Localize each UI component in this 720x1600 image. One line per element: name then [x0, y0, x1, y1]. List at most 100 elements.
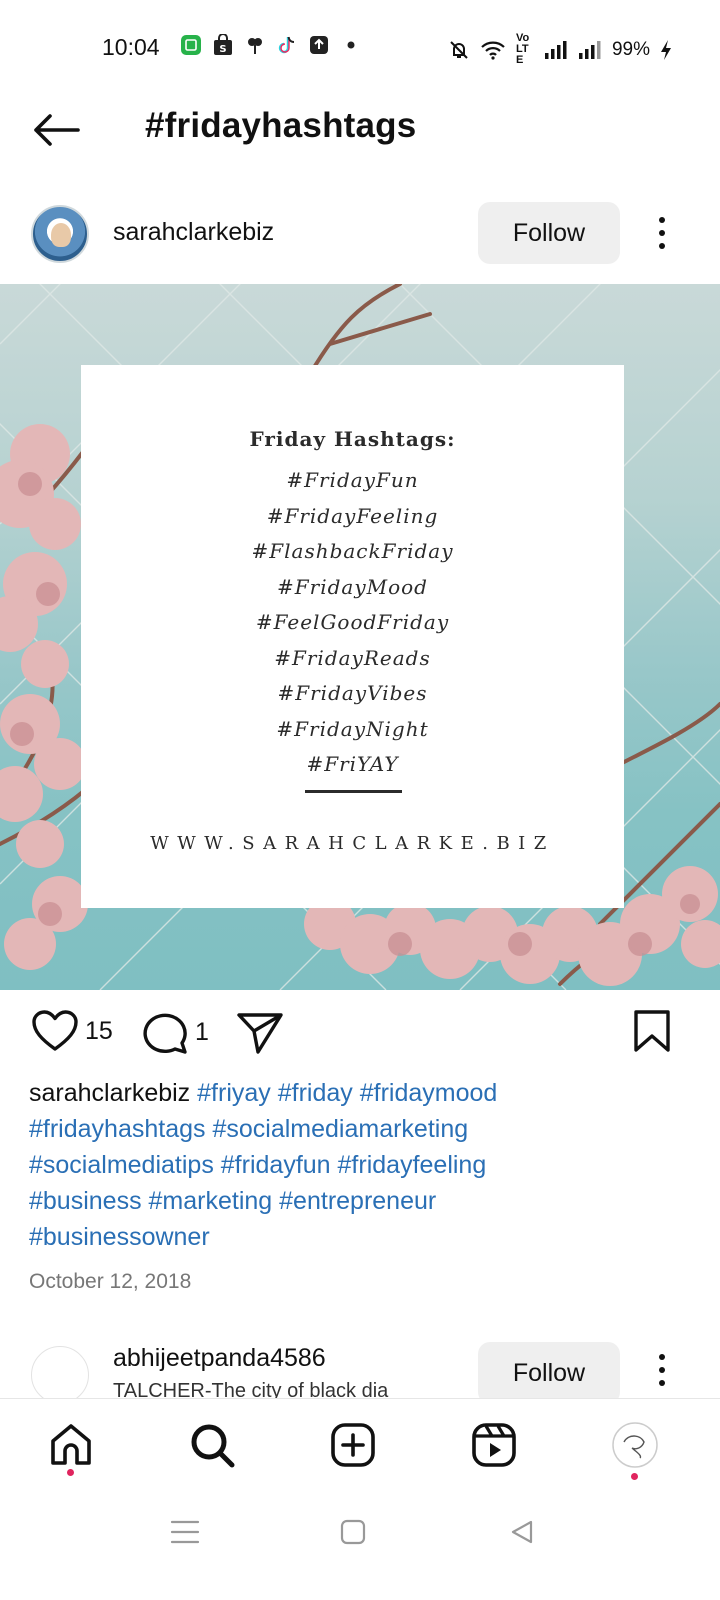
profile-avatar-icon — [612, 1422, 658, 1468]
more-dot-icon — [659, 217, 665, 223]
card-tag: #FridayReads — [274, 645, 431, 670]
next-post-username[interactable]: abhijeetpanda4586 — [113, 1344, 326, 1373]
post-caption: sarahclarkebiz #friyay #friday #fridaymo… — [29, 1075, 689, 1255]
signal-icon — [578, 40, 601, 59]
comment-button[interactable]: 1 — [141, 1009, 209, 1055]
status-bar: 10:04 S Vo LTE 99% — [0, 0, 720, 96]
card-tag-list: #FridayFun #FridayFeeling #FlashbackFrid… — [81, 463, 624, 783]
menu-lines-icon — [170, 1520, 200, 1544]
heart-icon — [32, 1010, 78, 1051]
more-dot-icon — [659, 1380, 665, 1386]
signal-icon — [544, 40, 567, 59]
card-tag: #FridayFun — [286, 468, 419, 492]
next-post-subtitle: TALCHER-The city of black dia — [113, 1380, 389, 1398]
card-url: WWW.SARAHCLARKE.BIZ — [150, 833, 555, 854]
follow-button[interactable]: Follow — [478, 202, 620, 264]
post-username[interactable]: sarahclarkebiz — [113, 218, 274, 247]
card-divider — [305, 790, 402, 793]
card-tag: #FeelGoodFriday — [255, 610, 450, 634]
page-title: #fridayhashtags — [145, 106, 417, 145]
volte-icon: Vo LTE — [515, 32, 530, 66]
recent-apps-button[interactable] — [163, 1510, 207, 1554]
post-actions: 15 1 — [0, 1003, 720, 1063]
notification-dot — [631, 1473, 638, 1480]
avatar[interactable] — [31, 205, 89, 263]
caption-hashtag[interactable]: #friyay — [197, 1079, 271, 1107]
caption-hashtag[interactable]: #socialmediamarketing — [212, 1115, 468, 1143]
system-nav-bar — [0, 1490, 720, 1600]
like-button[interactable]: 15 — [31, 1009, 113, 1053]
notification-dot — [67, 1469, 74, 1476]
card-tag: #FriYAY — [306, 752, 399, 776]
upload-icon — [308, 33, 330, 57]
triangle-back-icon — [511, 1520, 533, 1544]
more-options-button[interactable] — [645, 1354, 679, 1398]
post-image[interactable]: Friday Hashtags: #FridayFun #FridayFeeli… — [0, 284, 720, 990]
card-tag: #FridayMood — [277, 574, 428, 599]
nav-profile[interactable] — [607, 1417, 663, 1473]
status-left-icons: S — [180, 33, 362, 57]
caption-hashtag[interactable]: #fridayhashtags — [29, 1115, 206, 1143]
back-button[interactable] — [30, 104, 82, 156]
battery-level: 99% — [611, 38, 650, 60]
more-options-button[interactable] — [645, 210, 679, 256]
next-post-header: abhijeetpanda4586 TALCHER-The city of bl… — [0, 1340, 720, 1398]
card-title: Friday Hashtags: — [249, 427, 456, 451]
caption-hashtag[interactable]: #fridayfeeling — [338, 1151, 487, 1179]
status-right-icons: Vo LTE 99% — [448, 33, 672, 66]
caption-hashtag[interactable]: #socialmediatips — [29, 1151, 214, 1179]
caption-username[interactable]: sarahclarkebiz — [29, 1079, 190, 1107]
post-date: October 12, 2018 — [29, 1270, 192, 1293]
back-arrow-icon — [34, 114, 80, 146]
caption-hashtag[interactable]: #marketing — [149, 1187, 273, 1215]
home-icon — [51, 1424, 91, 1465]
share-button[interactable] — [236, 1011, 284, 1055]
caption-hashtag[interactable]: #fridaymood — [360, 1079, 498, 1107]
flower-icon — [244, 33, 266, 57]
dot-icon — [340, 33, 362, 57]
post-header: sarahclarkebiz Follow — [0, 200, 720, 270]
nav-reels[interactable] — [466, 1417, 522, 1473]
more-dot-icon — [659, 1354, 665, 1360]
nav-home[interactable] — [43, 1417, 99, 1473]
follow-button[interactable]: Follow — [478, 1342, 620, 1398]
caption-hashtag[interactable]: #businessowner — [29, 1223, 210, 1251]
card-tag: #FridayVibes — [277, 681, 428, 705]
bookmark-icon — [634, 1010, 670, 1052]
nav-search[interactable] — [184, 1417, 240, 1473]
card-tag: #FlashbackFriday — [251, 539, 454, 563]
hashtag-card: Friday Hashtags: #FridayFun #FridayFeeli… — [81, 365, 624, 908]
home-system-button[interactable] — [331, 1510, 375, 1554]
back-system-button[interactable] — [500, 1510, 544, 1554]
reels-icon — [472, 1423, 516, 1467]
like-count: 15 — [85, 1016, 113, 1045]
comment-count: 1 — [195, 1017, 209, 1046]
search-icon — [191, 1424, 235, 1468]
card-tag: #FridayFeeling — [266, 503, 439, 528]
shopping-bag-icon: S — [212, 33, 234, 57]
more-dot-icon — [659, 243, 665, 249]
more-dot-icon — [659, 1367, 665, 1373]
comment-icon — [143, 1013, 187, 1054]
caption-hashtag[interactable]: #business — [29, 1187, 142, 1215]
save-button[interactable] — [632, 1009, 672, 1053]
more-dot-icon — [659, 230, 665, 236]
page-header: #fridayhashtags — [0, 96, 720, 166]
avatar[interactable] — [31, 1346, 89, 1398]
mute-bell-icon — [450, 40, 468, 59]
wifi-icon — [481, 41, 505, 60]
nav-create[interactable] — [325, 1417, 381, 1473]
card-tag: #FridayNight — [276, 716, 429, 741]
caption-hashtag[interactable]: #entrepreneur — [279, 1187, 436, 1215]
bottom-nav — [0, 1398, 720, 1490]
status-time: 10:04 — [102, 34, 160, 60]
caption-hashtag[interactable]: #friday — [278, 1079, 353, 1107]
tiktok-icon — [276, 33, 298, 57]
square-icon — [340, 1519, 366, 1545]
chat-app-icon — [180, 33, 202, 57]
send-icon — [237, 1013, 283, 1054]
charging-icon — [661, 39, 671, 60]
svg-text:S: S — [219, 44, 226, 55]
add-post-icon — [331, 1423, 375, 1467]
caption-hashtag[interactable]: #fridayfun — [221, 1151, 331, 1179]
